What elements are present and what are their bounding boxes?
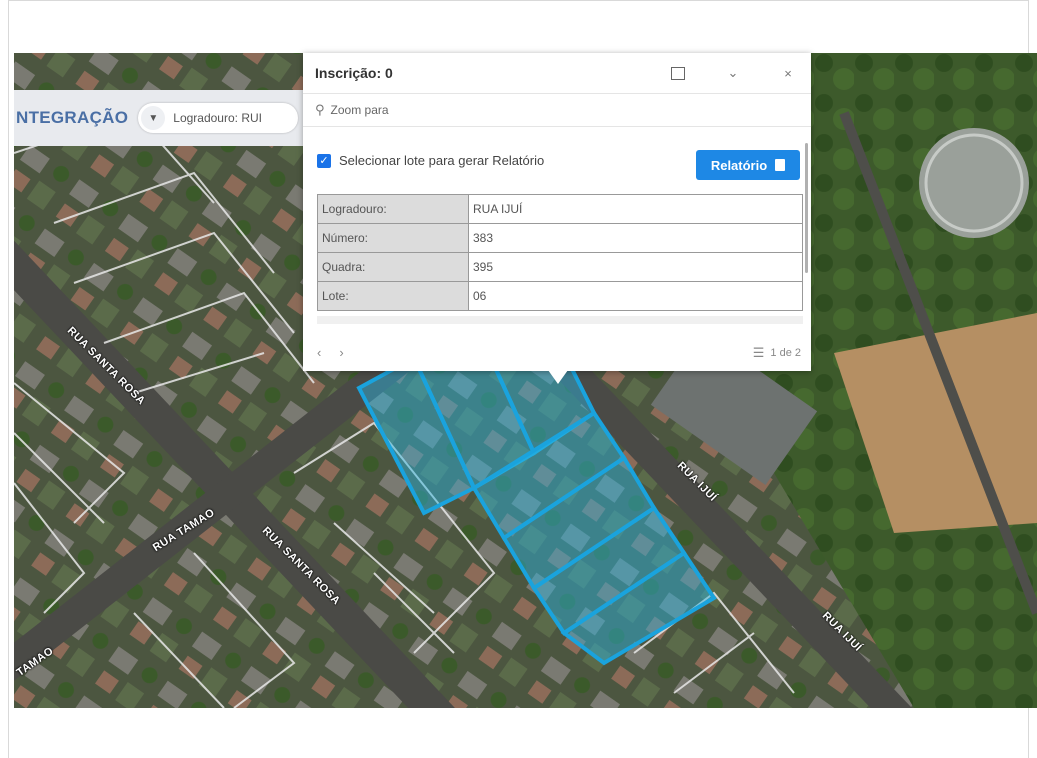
attr-key: Lote: bbox=[317, 281, 469, 311]
list-icon[interactable]: ☰ bbox=[753, 345, 765, 361]
attr-value: 395 bbox=[468, 252, 803, 282]
close-icon[interactable]: × bbox=[778, 63, 798, 83]
report-label: Relatório bbox=[710, 157, 768, 173]
report-button[interactable]: Relatório bbox=[696, 150, 800, 180]
popup-title: Inscrição: 0 bbox=[315, 65, 393, 81]
attr-key: Número: bbox=[317, 223, 469, 253]
zoom-to-action[interactable]: ⚲ Zoom para bbox=[303, 93, 811, 127]
zoom-label: Zoom para bbox=[330, 103, 389, 117]
search-icon: ⚲ bbox=[315, 102, 325, 117]
table-row: Logradouro: RUA IJUÍ bbox=[317, 194, 803, 224]
collapse-icon[interactable]: ⌄ bbox=[723, 63, 743, 83]
select-lot-label: Selecionar lote para gerar Relatório bbox=[339, 153, 545, 168]
table-row: Número: 383 bbox=[317, 223, 803, 253]
select-lot-row[interactable]: ✓ Selecionar lote para gerar Relatório bbox=[317, 153, 544, 168]
select-lot-checkbox[interactable]: ✓ bbox=[317, 153, 331, 168]
table-row: Lote: 06 bbox=[317, 281, 803, 311]
attr-value: RUA IJUÍ bbox=[468, 194, 803, 224]
previous-icon[interactable]: ‹ bbox=[317, 345, 321, 360]
page-count: ☰ 1 de 2 bbox=[753, 345, 801, 361]
attribute-table: Logradouro: RUA IJUÍ Número: 383 Quadra:… bbox=[317, 194, 803, 311]
table-overflow bbox=[317, 316, 803, 324]
attr-key: Quadra: bbox=[317, 252, 469, 282]
table-row: Quadra: 395 bbox=[317, 252, 803, 282]
search-field[interactable]: ▼ Logradouro: RUI bbox=[138, 103, 299, 133]
document-icon bbox=[775, 159, 786, 171]
attr-value: 383 bbox=[468, 223, 803, 253]
attr-value: 06 bbox=[468, 281, 803, 311]
dock-icon[interactable] bbox=[668, 63, 688, 83]
feature-popup: Inscrição: 0 ⌄ × ⚲ Zoom para ✓ Seleciona… bbox=[303, 53, 811, 371]
page-count-text: 1 de 2 bbox=[770, 347, 801, 359]
popup-scrollbar[interactable] bbox=[805, 143, 808, 273]
app-brand: NTEGRAÇÃO bbox=[16, 108, 129, 127]
popup-pointer bbox=[548, 370, 568, 384]
attr-key: Logradouro: bbox=[317, 194, 469, 224]
search-text: Logradouro: RUI bbox=[173, 111, 262, 125]
feature-pager: ‹ › bbox=[317, 345, 344, 360]
next-icon[interactable]: › bbox=[339, 345, 343, 360]
chevron-down-icon[interactable]: ▼ bbox=[141, 106, 166, 130]
app-toolbar: NTEGRAÇÃO ▼ Logradouro: RUI bbox=[14, 90, 314, 146]
